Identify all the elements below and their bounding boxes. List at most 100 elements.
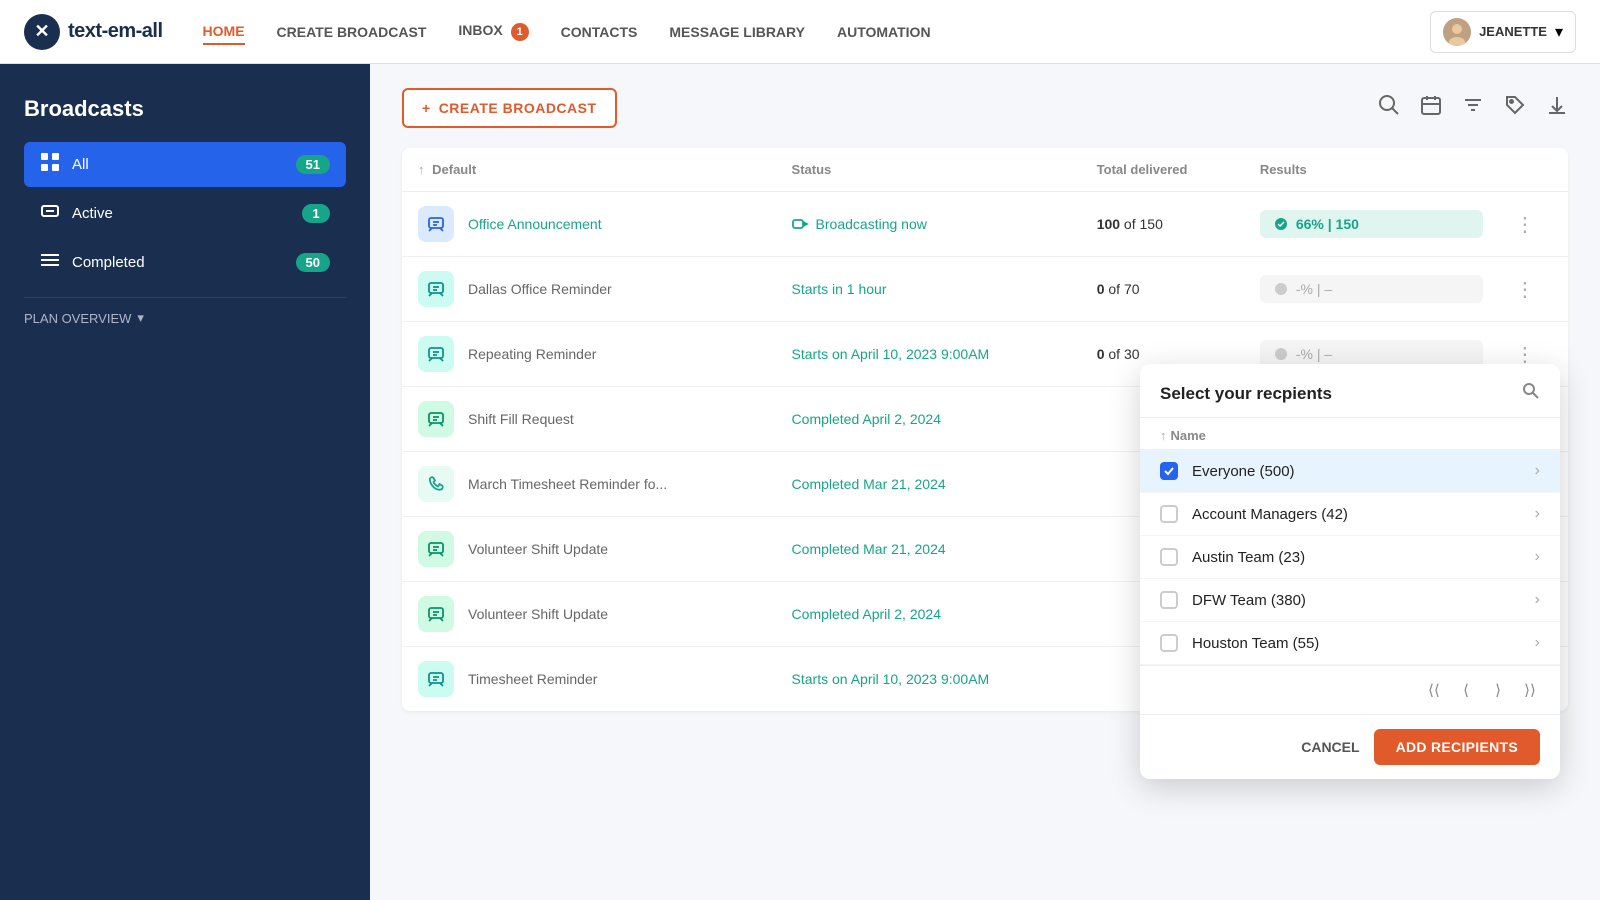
recipient-checkbox[interactable]: [1160, 548, 1178, 566]
broadcast-icon: [418, 661, 454, 697]
recipients-dropdown: Select your recpients ↑ Name Everyone (5…: [1140, 364, 1560, 779]
table-row: Dallas Office Reminder Starts in 1 hour …: [402, 257, 1568, 322]
sidebar-item-completed-label: Completed: [72, 254, 284, 271]
grid-icon: [40, 152, 60, 177]
plan-overview[interactable]: PLAN OVERVIEW ▾: [24, 310, 346, 326]
status-cell: Broadcasting now: [792, 215, 1065, 233]
broadcast-icon: [418, 401, 454, 437]
add-recipients-button[interactable]: ADD RECIPIENTS: [1374, 729, 1540, 765]
col-default: ↑ Default: [402, 148, 776, 192]
results-text: -% | –: [1296, 346, 1332, 362]
delivered-count: 100: [1097, 216, 1120, 232]
content-area: + CREATE BROADCAST: [370, 64, 1600, 900]
chevron-right-icon: ›: [1535, 634, 1540, 652]
results-text: -% | –: [1296, 281, 1332, 297]
row-menu-icon[interactable]: ⋮: [1515, 344, 1535, 366]
recipient-checkbox[interactable]: [1160, 505, 1178, 523]
results-bar: 66% | 150: [1260, 210, 1483, 238]
topnav: ✕ text-em-all HOME CREATE BROADCAST INBO…: [0, 0, 1600, 64]
page-prev-button[interactable]: ⟨: [1452, 676, 1480, 704]
dropdown-recipient-item[interactable]: Everyone (500) ›: [1140, 450, 1560, 493]
recipient-label: Austin Team (23): [1192, 549, 1535, 566]
name-cell: Volunteer Shift Update: [402, 517, 776, 582]
dropdown-search-icon[interactable]: [1522, 382, 1540, 405]
avatar: [1443, 18, 1471, 46]
nav-create-broadcast[interactable]: CREATE BROADCAST: [277, 20, 427, 44]
content-header: + CREATE BROADCAST: [402, 88, 1568, 128]
delivered-total: 30: [1124, 346, 1140, 362]
status-cell: Completed April 2, 2024: [792, 606, 941, 622]
name-cell: Dallas Office Reminder: [402, 257, 776, 322]
broadcast-name[interactable]: Dallas Office Reminder: [468, 281, 612, 297]
results-cell: -% | –: [1244, 257, 1499, 322]
page-first-button[interactable]: ⟨⟨: [1420, 676, 1448, 704]
broadcast-name[interactable]: Timesheet Reminder: [468, 671, 597, 687]
status-cell-wrapper: Completed Mar 21, 2024: [776, 517, 1081, 582]
chevron-right-icon: ›: [1535, 505, 1540, 523]
recipient-checkbox[interactable]: [1160, 591, 1178, 609]
main-layout: Broadcasts All 51 Active 1 Completed 50 …: [0, 64, 1600, 900]
name-cell: Repeating Reminder: [402, 322, 776, 387]
nav-contacts[interactable]: CONTACTS: [561, 20, 638, 44]
page-last-button[interactable]: ⟩⟩: [1516, 676, 1544, 704]
nav-message-library[interactable]: MESSAGE LIBRARY: [669, 20, 805, 44]
nav-automation[interactable]: AUTOMATION: [837, 20, 931, 44]
dropdown-header: Select your recpients: [1140, 364, 1560, 418]
user-menu[interactable]: JEANETTE ▾: [1430, 11, 1576, 53]
plus-icon: +: [422, 100, 431, 116]
user-name: JEANETTE: [1479, 24, 1547, 39]
delivered-total: 150: [1140, 216, 1163, 232]
col-actions: [1499, 148, 1568, 192]
cancel-button[interactable]: CANCEL: [1301, 739, 1359, 755]
sidebar-item-all-badge: 51: [296, 155, 330, 174]
row-menu-icon[interactable]: ⋮: [1515, 214, 1535, 236]
nav-home[interactable]: HOME: [203, 19, 245, 45]
status-cell-wrapper: Starts on April 10, 2023 9:00AM: [776, 322, 1081, 387]
broadcast-icon: [418, 596, 454, 632]
status-cell-wrapper: Completed Mar 21, 2024: [776, 452, 1081, 517]
col-status: Status: [776, 148, 1081, 192]
search-icon[interactable]: [1378, 94, 1400, 122]
tag-icon[interactable]: [1504, 94, 1526, 122]
dropdown-recipient-item[interactable]: Account Managers (42) ›: [1140, 493, 1560, 536]
dropdown-col-header: ↑ Name: [1140, 418, 1560, 450]
broadcast-name[interactable]: March Timesheet Reminder fo...: [468, 476, 667, 492]
broadcast-icon: [418, 336, 454, 372]
row-menu-icon[interactable]: ⋮: [1515, 279, 1535, 301]
recipient-checkbox[interactable]: [1160, 462, 1178, 480]
sidebar-item-completed[interactable]: Completed 50: [24, 240, 346, 285]
col-name-label: Name: [1171, 428, 1206, 443]
sidebar-item-all[interactable]: All 51: [24, 142, 346, 187]
broadcast-name[interactable]: Repeating Reminder: [468, 346, 596, 362]
download-icon[interactable]: [1546, 94, 1568, 122]
results-cell: 66% | 150: [1244, 192, 1499, 257]
dropdown-recipient-item[interactable]: DFW Team (380) ›: [1140, 579, 1560, 622]
recipient-label: DFW Team (380): [1192, 592, 1535, 609]
create-broadcast-button[interactable]: + CREATE BROADCAST: [402, 88, 617, 128]
sidebar-item-active[interactable]: Active 1: [24, 191, 346, 236]
recipient-checkbox[interactable]: [1160, 634, 1178, 652]
create-broadcast-label: CREATE BROADCAST: [439, 100, 597, 116]
sidebar-title: Broadcasts: [24, 96, 346, 122]
page-next-button[interactable]: ⟩: [1484, 676, 1512, 704]
calendar-icon[interactable]: [1420, 94, 1442, 122]
dropdown-recipient-item[interactable]: Austin Team (23) ›: [1140, 536, 1560, 579]
broadcast-name[interactable]: Volunteer Shift Update: [468, 541, 608, 557]
avatar-image: [1443, 18, 1471, 46]
status-cell: Starts in 1 hour: [792, 281, 887, 297]
status-cell-wrapper: Completed April 2, 2024: [776, 387, 1081, 452]
filter-icon[interactable]: [1462, 94, 1484, 122]
logo-text: text-em-all: [68, 20, 163, 43]
sidebar-item-all-label: All: [72, 156, 284, 173]
sort-up-icon: ↑: [418, 162, 425, 177]
broadcast-name[interactable]: Shift Fill Request: [468, 411, 574, 427]
dropdown-recipient-item[interactable]: Houston Team (55) ›: [1140, 622, 1560, 665]
status-cell: Starts on April 10, 2023 9:00AM: [792, 671, 990, 687]
sidebar-item-completed-badge: 50: [296, 253, 330, 272]
dropdown-pagination: ⟨⟨ ⟨ ⟩ ⟩⟩: [1140, 665, 1560, 714]
broadcast-name[interactable]: Office Announcement: [468, 216, 602, 232]
sidebar-item-active-label: Active: [72, 205, 290, 222]
name-cell: Timesheet Reminder: [402, 647, 776, 712]
nav-inbox[interactable]: INBOX 1: [458, 18, 528, 45]
broadcast-name[interactable]: Volunteer Shift Update: [468, 606, 608, 622]
